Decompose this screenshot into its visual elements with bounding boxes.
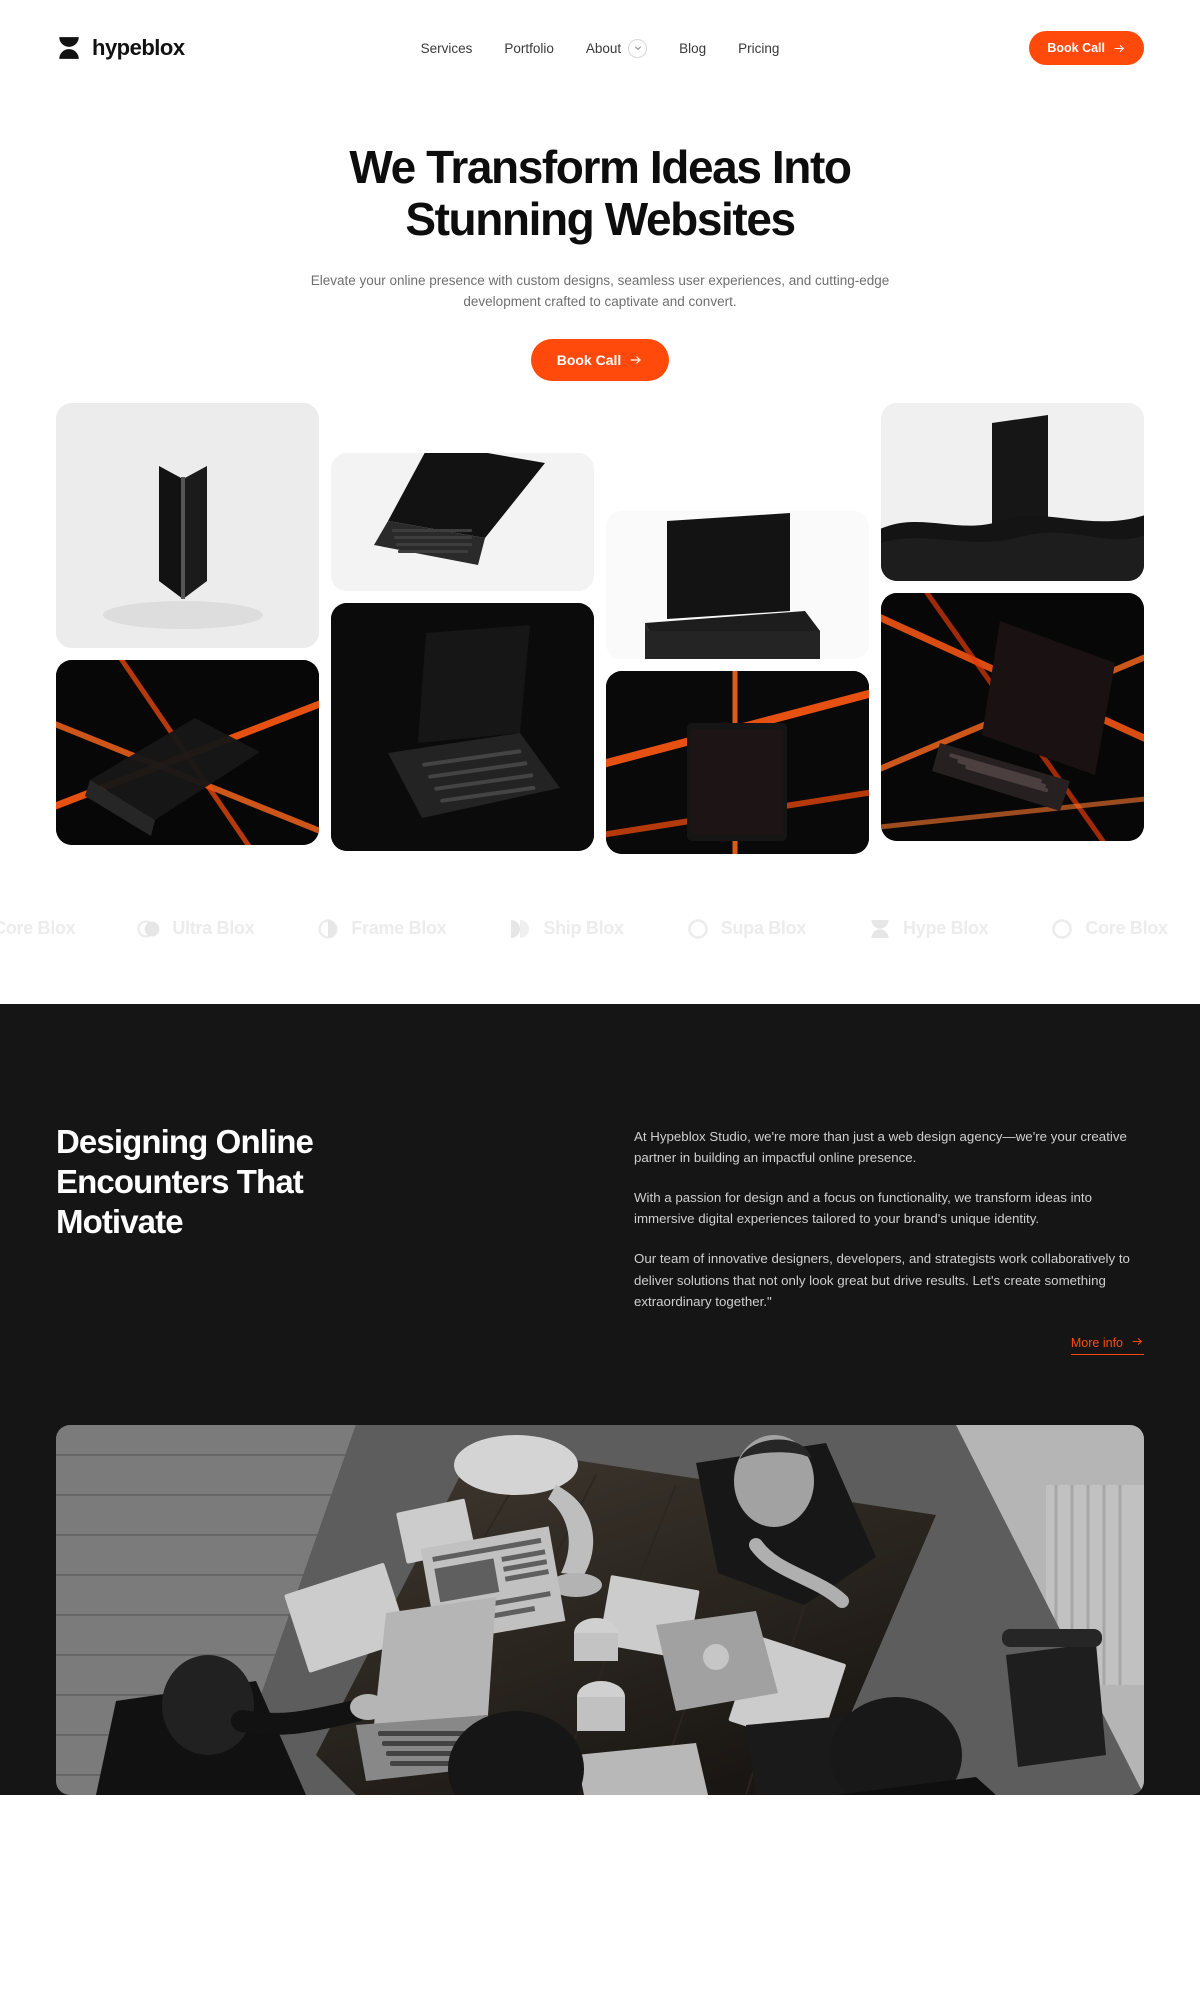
circle-outline-icon — [686, 917, 710, 941]
header-book-call-button[interactable]: Book Call — [1029, 31, 1144, 65]
page-title: We Transform Ideas Into Stunning Website… — [250, 141, 950, 245]
nav-label: Portfolio — [504, 40, 554, 56]
about-heading-column: Designing Online Encounters That Motivat… — [56, 1122, 536, 1243]
gallery-tile-tablet-orange-streaks[interactable] — [606, 670, 869, 854]
hero-title-line-2: Stunning Websites — [405, 192, 796, 245]
marquee-item-core-blox-a: Core Blox — [0, 917, 76, 941]
gallery-tile-laptop-dark-studio[interactable] — [331, 602, 594, 851]
marquee-label: Core Blox — [0, 918, 76, 939]
about-title-line-1: Designing Online — [56, 1122, 314, 1160]
arrow-right-icon — [1131, 1335, 1144, 1351]
marquee-label: Ship Blox — [543, 918, 624, 939]
marquee-track: Core Blox Ultra Blox Frame Blox Ship Blo… — [0, 917, 1168, 941]
gallery-column-1 — [56, 402, 319, 845]
marquee-item-supa-blox: Supa Blox — [686, 917, 806, 941]
hero-book-call-label: Book Call — [556, 351, 622, 368]
two-circles-icon — [137, 917, 161, 941]
arrow-right-icon — [629, 353, 643, 367]
marquee-item-hype-blox: Hype Blox — [868, 917, 989, 941]
chevron-down-icon[interactable] — [628, 38, 648, 58]
about-paragraph-2: With a passion for design and a focus on… — [634, 1189, 1093, 1227]
main-nav: Services Portfolio About Blog Pricing — [316, 38, 884, 58]
half-circle-icon — [316, 917, 340, 941]
team-photo-container — [56, 1424, 1144, 1795]
hourglass-icon — [868, 917, 892, 941]
about-title: Designing Online Encounters That Motivat… — [56, 1122, 536, 1243]
nav-label: About — [585, 40, 622, 56]
marquee-item-ship-blox: Ship Blox — [508, 917, 624, 941]
marquee-label: Supa Blox — [720, 918, 807, 939]
header-book-call-label: Book Call — [1047, 41, 1105, 55]
team-photo — [56, 1424, 1144, 1795]
hero-gallery — [0, 402, 1200, 854]
about-section: Designing Online Encounters That Motivat… — [0, 1003, 1200, 1795]
marquee-item-frame-blox: Frame Blox — [316, 917, 447, 941]
hero-title-line-1: We Transform Ideas Into — [349, 141, 852, 193]
gallery-tile-open-laptop-light[interactable] — [331, 452, 594, 591]
gallery-tile-laptop-red-streaks[interactable] — [881, 592, 1144, 841]
brand-logo[interactable]: hypeblox — [56, 35, 316, 61]
about-title-line-2: Encounters That — [56, 1163, 304, 1201]
about-title-line-3: Motivate — [56, 1203, 184, 1241]
about-paragraph-3: Our team of innovative designers, develo… — [634, 1251, 1130, 1310]
circle-outline-icon — [1050, 917, 1074, 941]
gallery-tile-laptop-orange-streaks[interactable] — [56, 659, 319, 845]
site-header: hypeblox Services Portfolio About Blog P… — [0, 0, 1200, 96]
about-body-column: At Hypeblox Studio, we're more than just… — [634, 1122, 1144, 1355]
brand-name: hypeblox — [92, 35, 185, 60]
gallery-tile-phone-on-fur[interactable] — [881, 402, 1144, 581]
gallery-column-3 — [606, 403, 869, 854]
hero-subtitle: Elevate your online presence with custom… — [310, 273, 890, 309]
arrow-right-icon — [1113, 42, 1126, 55]
nav-item-portfolio[interactable]: Portfolio — [504, 41, 554, 56]
partner-logo-marquee: Core Blox Ultra Blox Frame Blox Ship Blo… — [0, 853, 1200, 1004]
marquee-item-core-blox-b: Core Blox — [1050, 917, 1168, 941]
more-info-label: More info — [1070, 1335, 1123, 1350]
about-row: Designing Online Encounters That Motivat… — [56, 1122, 1144, 1355]
landing-page: hypeblox Services Portfolio About Blog P… — [0, 0, 1200, 1795]
nav-label: Blog — [679, 40, 707, 56]
marquee-label: Ultra Blox — [172, 918, 255, 939]
nav-item-services[interactable]: Services — [421, 41, 473, 56]
nav-item-blog[interactable]: Blog — [679, 41, 706, 56]
nav-item-pricing[interactable]: Pricing — [738, 41, 779, 56]
about-paragraph-1: At Hypeblox Studio, we're more than just… — [634, 1128, 1127, 1166]
header-cta-container: Book Call — [884, 31, 1144, 65]
gallery-column-2 — [331, 403, 594, 851]
more-info-link[interactable]: More info — [1070, 1335, 1144, 1355]
more-info-row: More info — [634, 1335, 1144, 1355]
gallery-column-4 — [881, 402, 1144, 841]
hero-cta-container: Book Call — [0, 338, 1200, 381]
nav-label: Pricing — [738, 40, 780, 56]
hourglass-icon — [56, 35, 82, 61]
double-chevron-icon — [508, 917, 532, 941]
hero-section: We Transform Ideas Into Stunning Website… — [0, 96, 1200, 381]
marquee-label: Frame Blox — [351, 918, 447, 939]
marquee-label: Hype Blox — [903, 918, 989, 939]
hero-book-call-button[interactable]: Book Call — [530, 338, 670, 381]
nav-item-about[interactable]: About — [585, 38, 648, 58]
gallery-tile-laptop-on-stone[interactable] — [606, 510, 869, 659]
gallery-tile-folded-phone[interactable] — [56, 402, 319, 648]
marquee-item-ultra-blox: Ultra Blox — [137, 917, 255, 941]
marquee-label: Core Blox — [1085, 918, 1168, 939]
nav-label: Services — [420, 40, 473, 56]
